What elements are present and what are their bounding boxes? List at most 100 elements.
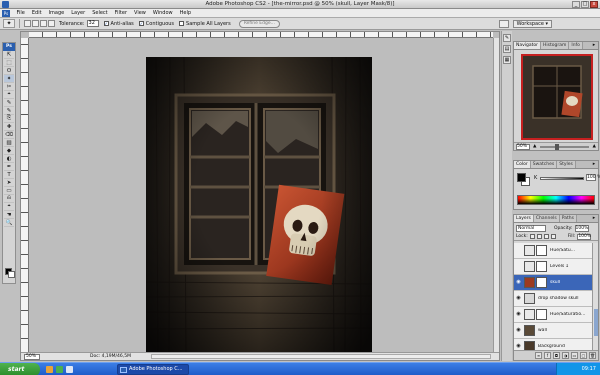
color-spectrum-bar[interactable] xyxy=(517,195,595,205)
ps-menu-logo[interactable]: Ps xyxy=(2,9,10,17)
add-mask-icon[interactable]: ◘ xyxy=(553,352,560,359)
k-channel-value[interactable]: 100 xyxy=(586,174,596,181)
layer-row[interactable]: ◉ skull xyxy=(514,275,592,291)
type-tool-icon[interactable]: T xyxy=(4,171,14,179)
brush-tool-icon[interactable]: ✎ xyxy=(4,107,14,115)
background-color-swatch[interactable] xyxy=(8,271,15,278)
layer-thumbnail[interactable] xyxy=(524,341,535,350)
history-brush-icon[interactable]: ✚ xyxy=(4,123,14,131)
clone-stamp-icon[interactable]: ⎘ xyxy=(4,115,14,123)
brushes-panel-icon[interactable]: ✎ xyxy=(503,34,511,42)
zoom-level-field[interactable]: 50% xyxy=(24,353,40,360)
fill-field[interactable]: 100% xyxy=(577,233,592,240)
eye-icon[interactable]: ◉ xyxy=(515,343,522,350)
layer-thumbnail[interactable] xyxy=(524,261,535,272)
layer-row[interactable]: ◉ wall xyxy=(514,323,592,339)
k-channel-slider[interactable] xyxy=(540,177,584,180)
slice-tool-icon[interactable]: ⌖ xyxy=(4,91,14,99)
taskbar-photoshop-button[interactable]: Adobe Photoshop C... xyxy=(117,364,189,375)
contiguous-checkbox[interactable]: ✓ xyxy=(138,21,144,26)
layer-mask-thumbnail[interactable] xyxy=(536,309,547,320)
new-group-icon[interactable]: ▭ xyxy=(571,352,578,359)
menu-file[interactable]: File xyxy=(13,10,28,16)
layer-thumbnail[interactable] xyxy=(524,293,535,304)
dodge-tool-icon[interactable]: ◐ xyxy=(4,155,14,163)
minimize-button[interactable]: _ xyxy=(572,1,580,8)
quicklaunch-desktop-icon[interactable] xyxy=(66,366,73,373)
zoom-in-icon[interactable]: ▲ xyxy=(593,144,596,149)
horizontal-scrollbar[interactable] xyxy=(151,354,491,359)
lock-transparency-icon[interactable] xyxy=(529,234,535,239)
panel-menu-icon[interactable]: ▸ xyxy=(591,162,597,168)
marquee-tool-icon[interactable]: ⬚ xyxy=(4,59,14,67)
blur-tool-icon[interactable]: ◆ xyxy=(4,147,14,155)
workspace-button[interactable]: Workspace ▾ xyxy=(512,20,552,28)
zoom-slider-knob[interactable] xyxy=(554,143,559,150)
new-layer-icon[interactable]: ▢ xyxy=(580,352,587,359)
subtract-selection-icon[interactable] xyxy=(40,20,47,27)
eye-icon[interactable] xyxy=(515,263,522,270)
sample-all-layers-checkbox[interactable] xyxy=(179,21,185,26)
hand-tool-icon[interactable]: ☚ xyxy=(4,211,14,219)
menu-select[interactable]: Select xyxy=(89,10,111,16)
tolerance-input[interactable]: 32 xyxy=(86,20,99,27)
layer-style-icon[interactable]: f xyxy=(544,352,551,359)
layer-mask-thumbnail[interactable] xyxy=(536,245,547,256)
layer-thumbnail[interactable] xyxy=(524,325,535,336)
eye-icon[interactable]: ◉ xyxy=(515,311,522,318)
crop-tool-icon[interactable]: ✂ xyxy=(4,83,14,91)
document-canvas[interactable] xyxy=(146,57,372,353)
layer-thumbnail[interactable] xyxy=(524,277,535,288)
opacity-field[interactable]: 100% xyxy=(574,224,589,232)
refine-edge-button[interactable]: Refine Edge... xyxy=(238,19,280,28)
layer-row[interactable]: ◉ drop shadow skull xyxy=(514,291,592,307)
eye-icon[interactable]: ◉ xyxy=(515,327,522,334)
tab-paths[interactable]: Paths xyxy=(559,215,577,222)
move-tool-icon[interactable]: ⇱ xyxy=(4,51,14,59)
document-size-info[interactable]: Doc: 4,19M/46,5M xyxy=(90,354,131,359)
quicklaunch-media-icon[interactable] xyxy=(56,366,63,373)
lock-position-icon[interactable] xyxy=(543,234,549,239)
tab-layers[interactable]: Layers xyxy=(514,215,534,222)
menu-view[interactable]: View xyxy=(131,10,150,16)
blend-mode-select[interactable]: Normal xyxy=(516,224,546,232)
intersect-selection-icon[interactable] xyxy=(48,20,55,27)
tab-navigator[interactable]: Navigator xyxy=(514,42,542,49)
magic-wand-tool-icon[interactable]: ✦ xyxy=(4,75,14,83)
tab-info[interactable]: Info xyxy=(569,42,583,49)
panel-menu-icon[interactable]: ▸ xyxy=(591,43,597,49)
layer-row[interactable]: ◉ Background xyxy=(514,339,592,350)
zoom-out-icon[interactable]: ▲ xyxy=(533,144,536,149)
antialias-checkbox[interactable]: ✓ xyxy=(103,21,109,26)
navigator-zoom-field[interactable]: 50% xyxy=(516,143,530,150)
new-selection-icon[interactable] xyxy=(24,20,31,27)
layer-mask-thumbnail[interactable] xyxy=(536,261,547,272)
link-layers-icon[interactable]: ∞ xyxy=(535,352,542,359)
color-foreground-swatch[interactable] xyxy=(517,173,526,182)
navigator-zoom-slider[interactable] xyxy=(540,143,589,150)
eye-icon[interactable] xyxy=(515,247,522,254)
adjustment-layer-icon[interactable]: ◑ xyxy=(562,352,569,359)
menu-help[interactable]: Help xyxy=(176,10,194,16)
pen-tool-icon[interactable]: ✒ xyxy=(4,163,14,171)
shape-tool-icon[interactable]: ▭ xyxy=(4,187,14,195)
eye-icon[interactable]: ◉ xyxy=(515,295,522,302)
tab-color[interactable]: Color xyxy=(514,161,531,168)
magic-wand-icon[interactable]: ✦ xyxy=(3,19,15,28)
layers-scrollbar[interactable] xyxy=(592,243,598,350)
lasso-tool-icon[interactable]: ʘ xyxy=(4,67,14,75)
tool-presets-icon[interactable]: ▤ xyxy=(503,45,511,53)
close-button[interactable]: x xyxy=(590,1,598,8)
path-selection-icon[interactable]: ➤ xyxy=(4,179,14,187)
layer-row[interactable]: Hue/Satu... xyxy=(514,243,592,259)
tab-histogram[interactable]: Histogram xyxy=(541,42,570,49)
brushes-palette-icon[interactable] xyxy=(498,20,509,28)
layer-thumbnail[interactable] xyxy=(524,309,535,320)
tab-channels[interactable]: Channels xyxy=(533,215,560,222)
tab-styles[interactable]: Styles xyxy=(557,161,576,168)
healing-brush-icon[interactable]: ✎ xyxy=(4,99,14,107)
menu-edit[interactable]: Edit xyxy=(28,10,45,16)
menu-window[interactable]: Window xyxy=(149,10,176,16)
navigator-preview[interactable] xyxy=(521,54,593,140)
delete-layer-icon[interactable]: 🗑 xyxy=(589,352,596,359)
